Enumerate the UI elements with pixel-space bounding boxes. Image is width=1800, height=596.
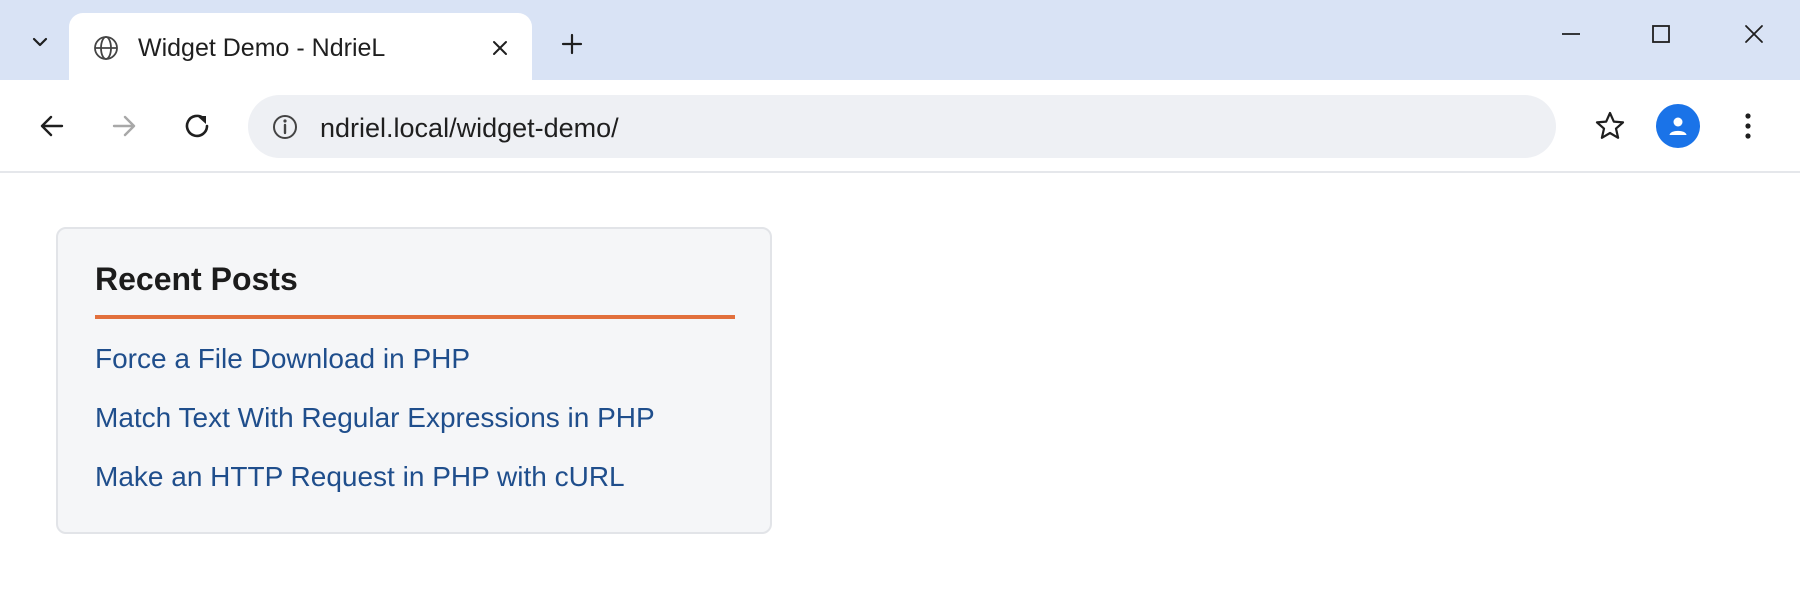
post-link[interactable]: Match Text With Regular Expressions in P…: [95, 400, 655, 459]
back-button[interactable]: [28, 102, 76, 150]
tab-strip: Widget Demo - NdrieL: [0, 0, 1800, 80]
post-link[interactable]: Make an HTTP Request in PHP with cURL: [95, 459, 655, 518]
new-tab-button[interactable]: [552, 27, 592, 61]
plus-icon: [561, 33, 583, 55]
chevron-down-icon: [32, 37, 48, 47]
recent-posts-widget: Recent Posts Force a File Download in PH…: [56, 227, 772, 534]
arrow-left-icon: [40, 115, 64, 137]
minimize-button[interactable]: [1541, 14, 1601, 54]
tab-title: Widget Demo - NdrieL: [138, 34, 386, 62]
bookmark-button[interactable]: [1586, 102, 1634, 150]
star-icon: [1595, 111, 1625, 139]
post-link[interactable]: Force a File Download in PHP: [95, 341, 655, 400]
widget-title: Recent Posts: [95, 261, 298, 297]
globe-icon: [94, 36, 118, 60]
list-item: Make an HTTP Request in PHP with cURL: [95, 459, 655, 518]
tab-search-button[interactable]: [20, 22, 60, 62]
profile-avatar[interactable]: [1656, 104, 1700, 148]
tab-close-button[interactable]: [486, 34, 514, 62]
list-item: Match Text With Regular Expressions in P…: [95, 400, 655, 459]
post-list: Force a File Download in PHP Match Text …: [95, 341, 655, 518]
close-icon: [1745, 25, 1763, 43]
reload-button[interactable]: [173, 102, 221, 150]
maximize-button[interactable]: [1631, 14, 1691, 54]
more-vertical-icon: [1745, 113, 1751, 139]
info-icon[interactable]: [271, 113, 299, 141]
minimize-icon: [1562, 33, 1580, 35]
address-url[interactable]: ndriel.local/widget-demo/: [320, 113, 619, 144]
browser-toolbar: ndriel.local/widget-demo/: [0, 80, 1800, 173]
list-item: Force a File Download in PHP: [95, 341, 655, 400]
forward-button[interactable]: [100, 102, 148, 150]
widget-title-underline: [95, 315, 735, 319]
address-bar[interactable]: ndriel.local/widget-demo/: [248, 95, 1556, 158]
maximize-icon: [1652, 25, 1670, 43]
person-icon: [1669, 117, 1687, 135]
reload-icon: [185, 114, 209, 138]
arrow-right-icon: [112, 115, 136, 137]
browser-menu-button[interactable]: [1726, 102, 1770, 150]
close-icon: [493, 41, 507, 55]
active-tab[interactable]: Widget Demo - NdrieL: [69, 13, 532, 80]
window-close-button[interactable]: [1724, 14, 1784, 54]
